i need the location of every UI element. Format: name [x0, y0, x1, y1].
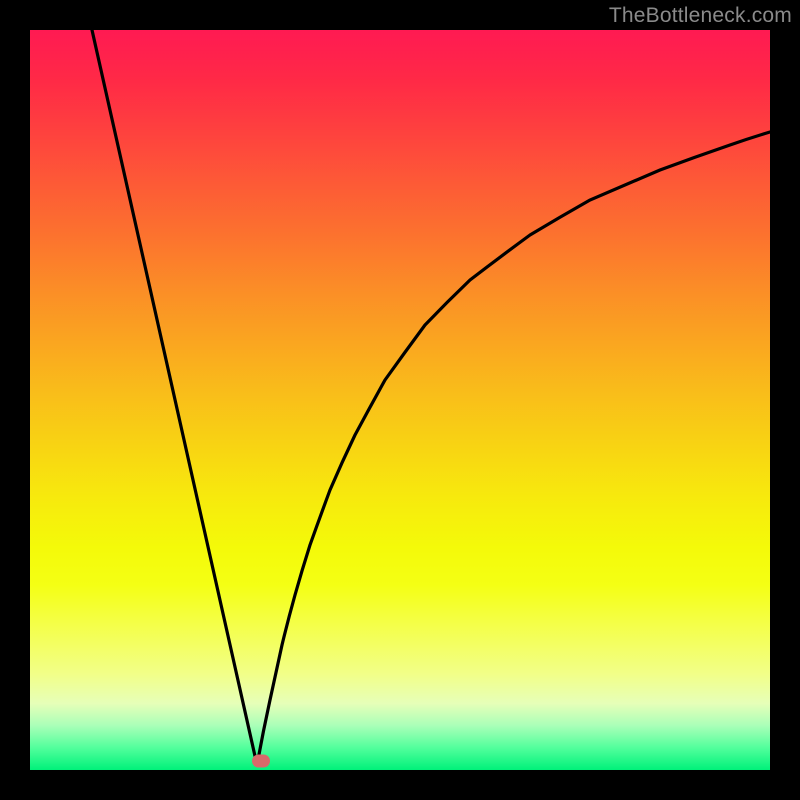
bottleneck-curve	[30, 30, 770, 770]
plot-area	[30, 30, 770, 770]
optimal-point-marker	[252, 755, 270, 768]
chart-frame: TheBottleneck.com	[0, 0, 800, 800]
curve-left-branch	[92, 30, 257, 765]
watermark-text: TheBottleneck.com	[609, 4, 792, 28]
curve-right-branch	[257, 132, 770, 765]
